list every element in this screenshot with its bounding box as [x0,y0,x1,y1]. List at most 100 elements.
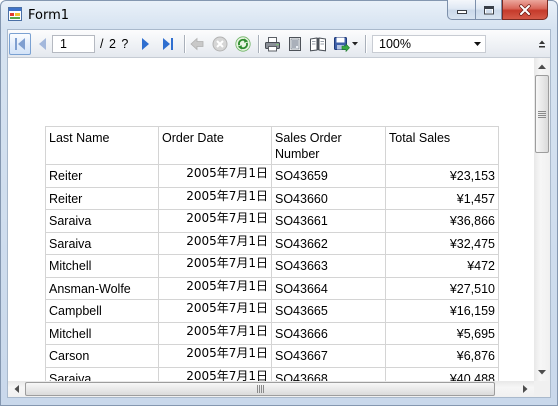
report-page[interactable]: Last Name Order Date Sales Order Number … [8,58,534,381]
cell-order-date: 2005年7月1日 [158,276,272,300]
next-page-icon [141,38,149,50]
previous-page-icon [38,38,46,50]
report-viewer: 1 / 2 ? 100% Last Name Order Date Sales … [8,30,550,397]
horizontal-scroll-thumb[interactable] [25,382,495,396]
stop-icon [212,36,228,52]
minimize-icon [456,9,467,14]
first-page-button[interactable] [9,33,31,55]
cell-total-sales: ¥27,510 [385,276,499,300]
toolbar-overflow-icon [539,40,545,48]
scroll-up-icon [538,64,546,69]
cell-sales-order-number: SO43667 [271,344,386,368]
cell-total-sales: ¥32,475 [385,231,499,255]
cell-total-sales: ¥36,866 [385,209,499,233]
cell-sales-order-number: SO43665 [271,299,386,323]
cell-order-date: 2005年7月1日 [158,254,272,278]
cell-total-sales: ¥5,695 [385,321,499,345]
maximize-icon [483,5,494,14]
minimize-button[interactable] [447,0,475,20]
refresh-icon [235,36,251,52]
zoom-dropdown-icon [474,42,481,46]
toolbar-separator [365,35,367,53]
export-dropdown-icon [352,42,358,46]
toolbar-overflow-button[interactable] [536,33,548,55]
cell-last-name: Saraiva [45,231,159,255]
stop-button[interactable] [210,33,230,55]
cell-order-date: 2005年7月1日 [158,209,272,233]
cell-order-date: 2005年7月1日 [158,299,272,323]
current-page-input[interactable]: 1 [52,35,95,53]
report-toolbar: 1 / 2 ? 100% [8,30,550,58]
cell-sales-order-number: SO43662 [271,231,386,255]
cell-total-sales: ¥1,457 [385,186,499,210]
cell-last-name: Saraiva [45,209,159,233]
cell-order-date: 2005年7月1日 [158,321,272,345]
print-layout-button[interactable] [285,33,305,55]
previous-page-button[interactable] [32,33,52,55]
refresh-button[interactable] [233,33,253,55]
scroll-grip-icon [256,385,264,393]
last-page-icon [163,38,173,50]
cell-last-name: Reiter [45,164,159,188]
cell-last-name: Mitchell [45,254,159,278]
table-row: Saraiva 2005年7月1日 SO43661 ¥36,866 [45,209,499,233]
close-icon [519,3,531,16]
table-row: Ansman-Wolfe 2005年7月1日 SO43664 ¥27,510 [45,276,499,300]
form-window: Form1 1 / 2 ? 100% Last Name Order Date … [0,0,558,406]
vertical-scrollbar[interactable] [534,58,550,381]
cell-sales-order-number: SO43660 [271,186,386,210]
cell-last-name: Mitchell [45,321,159,345]
cell-total-sales: ¥40,488 [385,366,499,381]
table-row: Saraiva 2005年7月1日 SO43662 ¥32,475 [45,231,499,255]
first-page-icon [15,38,25,50]
scroll-grip-icon [538,110,546,118]
page-setup-button[interactable] [307,33,329,55]
form-icon [8,7,22,21]
zoom-select[interactable]: 100% [372,35,486,53]
table-row: Saraiva 2005年7月1日 SO43668 ¥40,488 [45,366,499,381]
cell-sales-order-number: SO43661 [271,209,386,233]
back-button[interactable] [187,33,207,55]
table-row: Mitchell 2005年7月1日 SO43666 ¥5,695 [45,321,499,345]
horizontal-scrollbar[interactable] [8,381,534,397]
vertical-scroll-thumb[interactable] [535,75,549,153]
scroll-down-button[interactable] [534,364,550,381]
toolbar-separator [258,35,260,53]
table-row: Carson 2005年7月1日 SO43667 ¥6,876 [45,344,499,368]
maximize-button[interactable] [475,0,502,20]
scroll-down-icon [538,370,546,375]
report-table: Last Name Order Date Sales Order Number … [45,126,499,381]
cell-last-name: Reiter [45,186,159,210]
zoom-value: 100% [379,37,411,51]
cell-order-date: 2005年7月1日 [158,186,272,210]
table-row: Mitchell 2005年7月1日 SO43663 ¥472 [45,254,499,278]
export-button[interactable] [331,33,358,55]
table-row: Reiter 2005年7月1日 SO43660 ¥1,457 [45,186,499,210]
last-page-button[interactable] [157,33,179,55]
print-icon [264,37,280,52]
page-count-label: / 2 ? [100,37,129,51]
scroll-up-button[interactable] [534,58,550,75]
cell-last-name: Campbell [45,299,159,323]
cell-total-sales: ¥23,153 [385,164,499,188]
table-header-row: Last Name Order Date Sales Order Number … [45,126,499,165]
close-button[interactable] [502,0,548,20]
column-header-order-date: Order Date [158,126,272,165]
window-title: Form1 [28,8,70,23]
next-page-button[interactable] [135,33,155,55]
export-icon [334,37,350,52]
cell-sales-order-number: SO43663 [271,254,386,278]
cell-last-name: Carson [45,344,159,368]
scroll-left-button[interactable] [8,381,25,397]
cell-total-sales: ¥472 [385,254,499,278]
cell-last-name: Saraiva [45,366,159,381]
title-bar[interactable]: Form1 [0,0,558,29]
cell-sales-order-number: SO43659 [271,164,386,188]
scroll-left-icon [14,385,19,393]
toolbar-separator [184,35,186,53]
print-button[interactable] [261,33,283,55]
scroll-right-button[interactable] [517,381,534,397]
table-row: Reiter 2005年7月1日 SO43659 ¥23,153 [45,164,499,188]
column-header-last-name: Last Name [45,126,159,165]
scrollbar-corner [534,381,550,397]
